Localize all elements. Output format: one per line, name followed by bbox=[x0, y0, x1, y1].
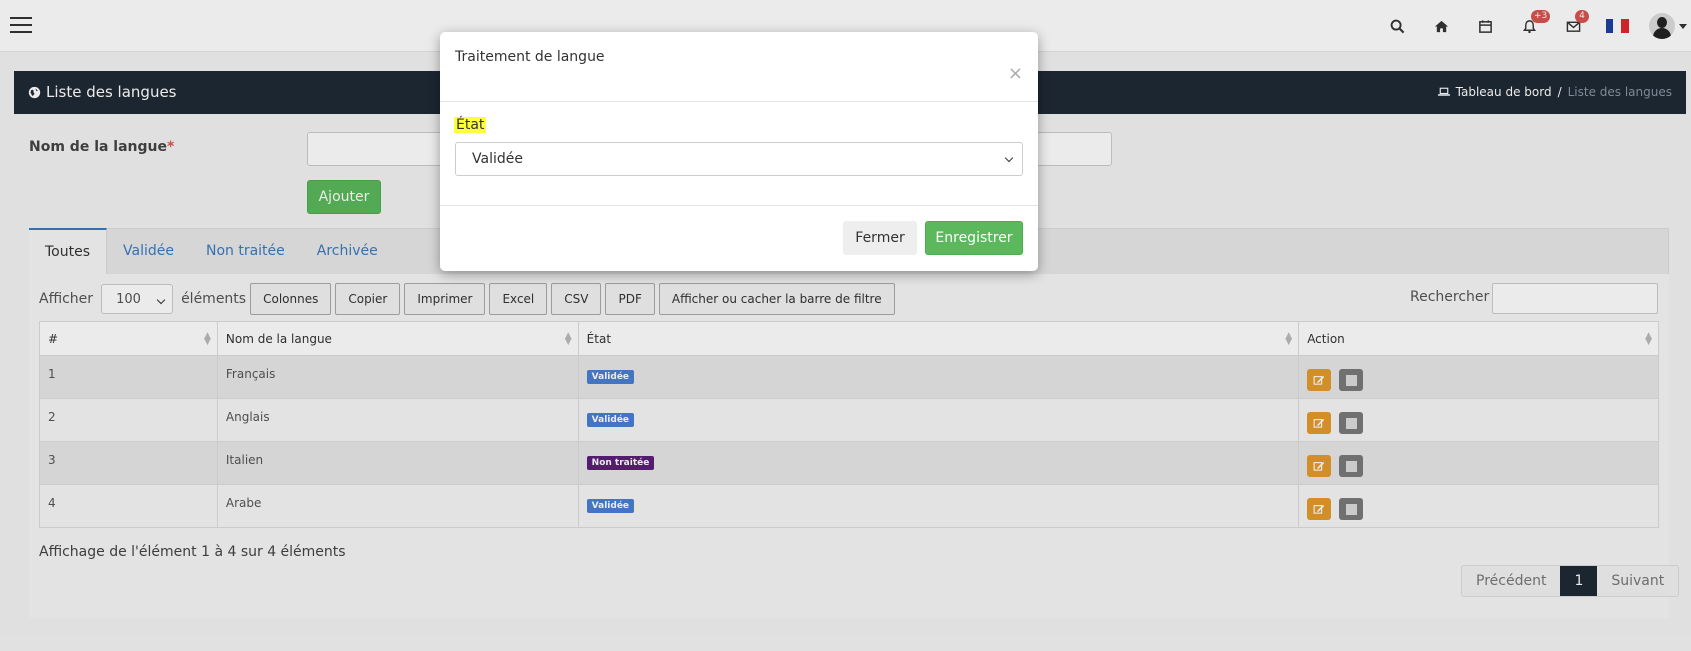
language-processing-modal: Traitement de langue × État Validée Ferm… bbox=[440, 32, 1038, 271]
save-button[interactable]: Enregistrer bbox=[925, 221, 1023, 255]
state-label: État bbox=[454, 117, 487, 133]
divider bbox=[440, 205, 1038, 206]
state-select[interactable]: Validée bbox=[455, 142, 1023, 176]
divider bbox=[440, 101, 1038, 102]
modal-title: Traitement de langue bbox=[455, 49, 605, 65]
close-button[interactable]: Fermer bbox=[843, 221, 917, 255]
close-icon[interactable]: × bbox=[1008, 65, 1023, 83]
